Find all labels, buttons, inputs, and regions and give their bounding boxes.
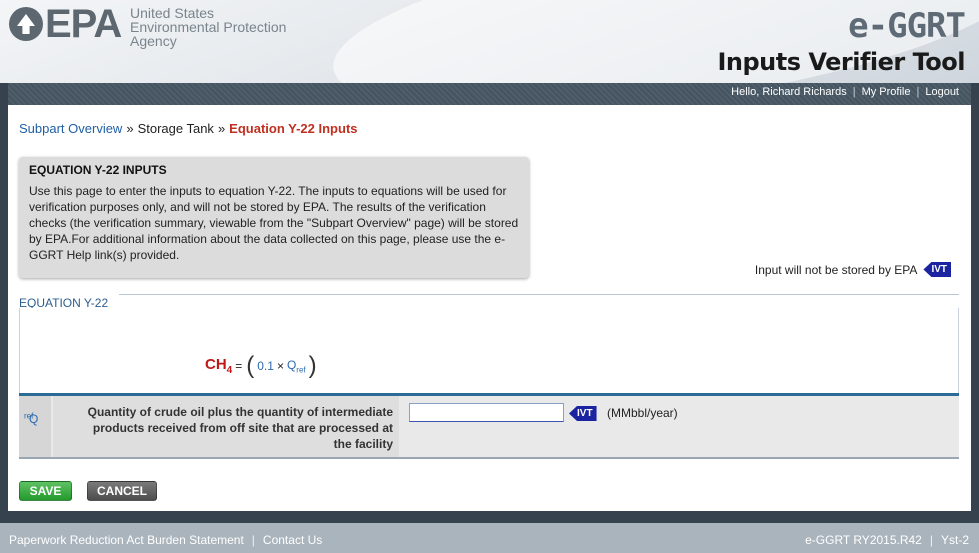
epa-flower-icon bbox=[9, 7, 43, 41]
formula-ch-sub: 4 bbox=[226, 365, 233, 376]
formula-close-paren: ) bbox=[308, 352, 317, 379]
input-symbol: Qref bbox=[24, 404, 38, 426]
server-text: Yst-2 bbox=[940, 533, 969, 547]
separator: | bbox=[916, 86, 920, 98]
agency-name: United States Environmental Protection A… bbox=[130, 6, 286, 48]
ivt-badge-icon: IVT bbox=[569, 406, 597, 421]
formula-open-paren: ( bbox=[246, 352, 255, 379]
formula-ch4: CH4 bbox=[205, 356, 232, 376]
input-description-line-3: the facility bbox=[333, 437, 393, 451]
info-body: Use this page to enter the inputs to equ… bbox=[29, 184, 519, 262]
agency-line-1: United States bbox=[130, 5, 215, 21]
not-stored-text: Input will not be stored by EPA bbox=[754, 262, 918, 277]
info-title: EQUATION Y-22 INPUTS bbox=[29, 163, 167, 177]
formula-ch: CH bbox=[205, 356, 227, 373]
formula-coefficient: 0.1 bbox=[257, 359, 274, 373]
breadcrumb-current: Equation Y-22 Inputs bbox=[229, 121, 358, 136]
paperwork-link[interactable]: Paperwork Reduction Act Burden Statement bbox=[9, 533, 244, 547]
separator: | bbox=[251, 533, 255, 547]
breadcrumb-storage-tank: Storage Tank bbox=[137, 121, 214, 136]
ivt-badge-icon: IVT bbox=[923, 262, 951, 277]
separator: | bbox=[929, 533, 933, 547]
breadcrumb-separator: » bbox=[126, 121, 134, 136]
user-bar: Hello, Richard Richards | My Profile | L… bbox=[8, 83, 971, 105]
input-description: Quantity of crude oil plus the quantity … bbox=[53, 396, 399, 457]
formula-times: × bbox=[276, 359, 284, 373]
formula-qref: Qref bbox=[287, 358, 306, 374]
epa-logo-text: EPA bbox=[45, 2, 122, 46]
my-profile-link[interactable]: My Profile bbox=[862, 86, 911, 98]
contact-us-link[interactable]: Contact Us bbox=[263, 533, 322, 547]
agency-line-2: Environmental Protection bbox=[130, 19, 287, 35]
cancel-button[interactable]: CANCEL bbox=[87, 481, 157, 501]
site-header: EPA United States Environmental Protecti… bbox=[0, 0, 979, 83]
equation-formula: CH4 = ( 0.1 × Qref ) bbox=[205, 352, 317, 379]
input-description-line-1: Quantity of crude oil plus the quantity … bbox=[87, 405, 393, 419]
footer-left: Paperwork Reduction Act Burden Statement… bbox=[9, 533, 322, 547]
version-text: e-GGRT RY2015.R42 bbox=[805, 533, 922, 547]
info-box: EQUATION Y-22 INPUTS Use this page to en… bbox=[19, 157, 529, 278]
brand-subtitle: Inputs Verifier Tool bbox=[717, 48, 965, 76]
breadcrumb-subpart-overview[interactable]: Subpart Overview bbox=[19, 121, 122, 136]
logout-link[interactable]: Logout bbox=[925, 86, 959, 98]
input-row-qref: Qref Quantity of crude oil plus the quan… bbox=[19, 393, 959, 459]
input-description-line-2: products received from off site that are… bbox=[92, 421, 393, 435]
formula-q: Q bbox=[286, 357, 297, 372]
input-unit: (MMbbl/year) bbox=[607, 406, 678, 420]
breadcrumb-separator: » bbox=[217, 121, 226, 136]
formula-equals: = bbox=[235, 359, 243, 373]
footer-right: e-GGRT RY2015.R42 | Yst-2 bbox=[805, 533, 969, 547]
input-symbol-cell: Qref bbox=[19, 396, 51, 457]
separator: | bbox=[852, 86, 856, 98]
formula-q-sub: ref bbox=[296, 365, 306, 375]
breadcrumb: Subpart Overview » Storage Tank » Equati… bbox=[19, 121, 358, 136]
equation-rule bbox=[119, 294, 959, 295]
user-links: Hello, Richard Richards | My Profile | L… bbox=[731, 86, 959, 98]
site-footer: Paperwork Reduction Act Burden Statement… bbox=[0, 523, 979, 553]
user-greeting: Hello, Richard Richards bbox=[731, 86, 847, 98]
brand-title: e-GGRT bbox=[848, 6, 966, 46]
save-button[interactable]: SAVE bbox=[19, 481, 72, 501]
equation-box: CH4 = ( 0.1 × Qref ) bbox=[19, 308, 959, 396]
page-frame: Hello, Richard Richards | My Profile | L… bbox=[0, 83, 979, 523]
agency-line-3: Agency bbox=[130, 33, 177, 49]
epa-logo[interactable]: EPA bbox=[9, 2, 122, 46]
qref-input[interactable] bbox=[409, 403, 564, 422]
input-symbol-q: Q bbox=[29, 412, 39, 426]
main-content: Subpart Overview » Storage Tank » Equati… bbox=[8, 105, 971, 511]
not-stored-notice: Input will not be stored by EPA IVT bbox=[755, 262, 951, 277]
